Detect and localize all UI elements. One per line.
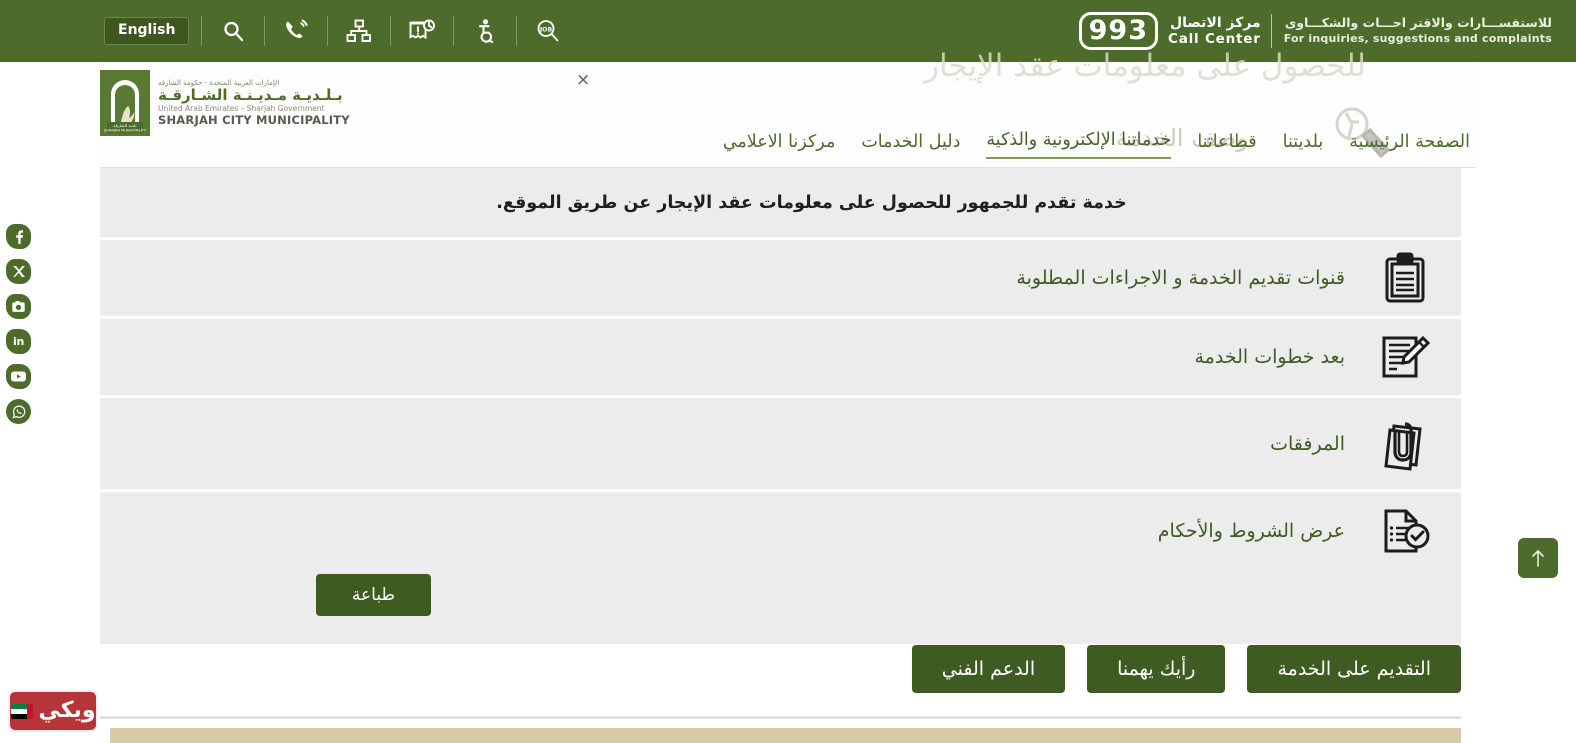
- nav-item-eservices[interactable]: خدماتنا الإلكترونية والذكية: [986, 130, 1172, 159]
- nav-item-home[interactable]: الصفحة الرئيسية: [1349, 132, 1470, 159]
- right-page-margin: [1461, 62, 1576, 743]
- divider: [390, 16, 392, 46]
- footer-divider: [100, 716, 1461, 719]
- service-action-bar: التقديم على الخدمة رأيك يهمنا الدعم الفن…: [100, 645, 1461, 693]
- document-pencil-icon: [1349, 330, 1461, 384]
- feedback-button[interactable]: رأيك يهمنا: [1087, 645, 1226, 693]
- sitemap-icon[interactable]: [340, 12, 378, 50]
- linkedin-icon[interactable]: in: [6, 329, 31, 354]
- accordion-item-attachments[interactable]: المرفقات: [100, 398, 1461, 492]
- accordion-item-steps[interactable]: بعد خطوات الخدمة: [100, 319, 1461, 398]
- footer-accent-strip: [110, 728, 1461, 743]
- call-center-tagline: للاستفســـارات والاقتر احـــات والشكـــا…: [1283, 15, 1552, 46]
- watermark-heading: للحصول على معلومات عقد الإيجار: [923, 48, 1366, 84]
- job-search-icon[interactable]: JOB: [529, 12, 567, 50]
- print-row: طباعة: [100, 570, 1461, 628]
- divider: [516, 16, 518, 46]
- page-root: English JOB للاستفســـارات والاقتر احـــ…: [0, 0, 1576, 743]
- nav-item-services-guide[interactable]: دليل الخدمات: [861, 132, 960, 159]
- divider: [1270, 14, 1272, 48]
- document-check-icon: [1349, 506, 1461, 556]
- call-center-label: مركز الاتصال Call Center: [1168, 14, 1261, 48]
- clipboard-icon: [1349, 251, 1461, 305]
- paperclip-document-icon: [1349, 416, 1461, 472]
- phone-icon[interactable]: [277, 12, 315, 50]
- print-button[interactable]: طباعة: [315, 574, 431, 616]
- logo-wordmark: الإمارات العربية المتحدة - حكومة الشارقة…: [158, 78, 350, 127]
- call-center-number[interactable]: 993: [1078, 12, 1158, 50]
- ticket-clock-icon[interactable]: [403, 12, 441, 50]
- action-bar-spacer: [100, 645, 890, 693]
- service-description-row: خدمة تقدم للجمهور للحصول على معلومات عقد…: [100, 168, 1461, 240]
- scroll-to-top-button[interactable]: [1518, 538, 1558, 578]
- search-icon[interactable]: [214, 12, 252, 50]
- accordion-label-terms[interactable]: عرض الشروط والأحكام: [100, 520, 1349, 542]
- accordion-item-terms[interactable]: عرض الشروط والأحكام: [100, 492, 1461, 570]
- apply-for-service-button[interactable]: التقديم على الخدمة: [1247, 645, 1461, 693]
- facebook-icon[interactable]: [6, 224, 31, 249]
- service-description-text: خدمة تقدم للجمهور للحصول على معلومات عقد…: [496, 192, 1127, 213]
- svg-text:JOB: JOB: [539, 27, 553, 34]
- terms-section: عرض الشروط والأحكام طباعة: [100, 492, 1461, 647]
- technical-support-button[interactable]: الدعم الفني: [911, 645, 1066, 693]
- top-utility-left-group: English JOB: [0, 0, 567, 62]
- divider: [453, 16, 455, 46]
- accessibility-icon[interactable]: [466, 12, 504, 50]
- divider: [201, 16, 203, 46]
- nav-item-our-sectors[interactable]: قطاعاتنا: [1197, 132, 1256, 159]
- accordion-item-channels[interactable]: قنوات تقديم الخدمة و الاجراءات المطلوبة: [100, 240, 1461, 319]
- nav-item-media-center[interactable]: مركزنا الاعلامي: [723, 132, 835, 159]
- main-navigation: الصفحة الرئيسية بلديتنا قطاعاتنا خدماتنا…: [723, 130, 1470, 159]
- social-sidebar: in: [6, 224, 31, 424]
- wiki-badge[interactable]: ويكي: [8, 690, 98, 732]
- wiki-badge-label: ويكي: [38, 698, 96, 723]
- whatsapp-icon[interactable]: [6, 399, 31, 424]
- svg-text:بلدية الشارقة: بلدية الشارقة: [113, 123, 136, 128]
- close-icon[interactable]: ×: [576, 70, 590, 90]
- nav-item-our-municipality[interactable]: بلديتنا: [1283, 132, 1324, 159]
- x-twitter-icon[interactable]: [6, 259, 31, 284]
- youtube-icon[interactable]: [6, 364, 31, 389]
- service-detail-panel: خدمة تقدم للجمهور للحصول على معلومات عقد…: [100, 168, 1461, 647]
- instagram-icon[interactable]: [6, 294, 31, 319]
- site-header: للحصول على معلومات عقد الإيجار وصف الخدم…: [100, 48, 1476, 168]
- accordion-label-attachments[interactable]: المرفقات: [100, 433, 1349, 455]
- accordion-label-channels[interactable]: قنوات تقديم الخدمة و الاجراءات المطلوبة: [100, 267, 1349, 289]
- municipality-crest-icon: بلدية الشارقة SHARJAH MUNICIPALITY: [100, 70, 150, 136]
- language-toggle-button[interactable]: English: [104, 16, 190, 46]
- uae-flag-icon: [10, 703, 33, 719]
- svg-text:SHARJAH MUNICIPALITY: SHARJAH MUNICIPALITY: [104, 129, 147, 133]
- accordion-label-steps[interactable]: بعد خطوات الخدمة: [100, 346, 1349, 368]
- divider: [327, 16, 329, 46]
- divider: [264, 16, 266, 46]
- site-logo[interactable]: بلدية الشارقة SHARJAH MUNICIPALITY الإما…: [100, 70, 350, 136]
